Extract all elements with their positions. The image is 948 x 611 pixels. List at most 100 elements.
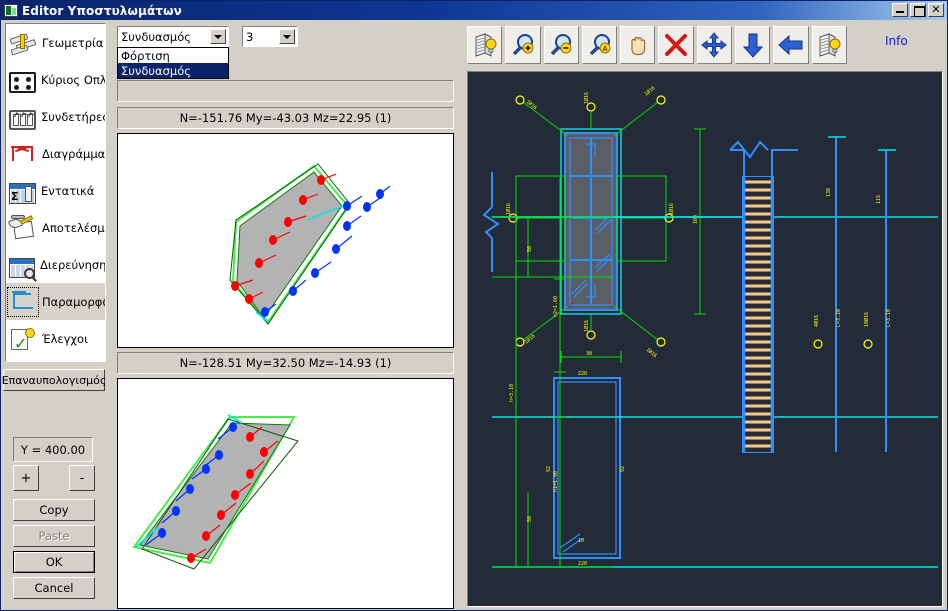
section-strain-diagram-bottom[interactable]: [117, 378, 454, 609]
results-icon: [7, 214, 37, 241]
offset-label: 50: [527, 246, 533, 252]
ok-button[interactable]: OK: [13, 551, 95, 573]
arrow-left-icon[interactable]: [773, 26, 809, 64]
maximize-button[interactable]: [910, 3, 926, 17]
copy-button[interactable]: Copy: [13, 499, 95, 521]
sidebar-item-label: Αποτελέσματα: [42, 220, 105, 235]
sidebar-item-deformations[interactable]: Παραμορφώσεις: [6, 283, 105, 320]
pan-hand-icon[interactable]: [620, 26, 656, 64]
sidebar-item-main-rebar[interactable]: Κύριος Οπλισμός: [6, 61, 105, 98]
title-bar: Editor Υποστυλωμάτων ✕: [1, 1, 947, 20]
top-dim-label: 130: [826, 188, 832, 197]
layers-lightbulb-2-icon[interactable]: [811, 26, 847, 64]
delete-x-icon[interactable]: [658, 26, 694, 64]
bar-length-label-2: L=3.10: [886, 309, 892, 327]
window-title: Editor Υποστυλωμάτων: [22, 3, 182, 18]
toolbar-strip-panel: [117, 80, 454, 102]
decrement-button[interactable]: -: [69, 465, 95, 491]
load-type-combobox[interactable]: Συνδυασμός: [117, 26, 229, 47]
forces-label-top: N=-151.76 My=-43.03 Mz=22.95 (1): [117, 107, 454, 129]
stirrup-left-dim: 92: [546, 466, 552, 472]
combination-number-combobox[interactable]: 3: [242, 26, 298, 47]
offset-label: 50: [527, 516, 533, 522]
layers-lightbulb-icon[interactable]: [467, 26, 503, 64]
section-diagram-svg-bottom: [132, 414, 299, 570]
dropdown-option-fortisi[interactable]: Φόρτιση: [118, 48, 228, 63]
rebar-label: 1Ø16: [525, 98, 539, 111]
zoom-out-icon[interactable]: [543, 26, 579, 64]
sidebar-item-label: Παραμορφώσεις: [42, 294, 105, 309]
sidebar-item-diagrams[interactable]: Διαγράμματα: [6, 135, 105, 172]
column-cross-section: 1Ø16 1Ø16 1Ø16 1Ø16 1Ø16 1Ø16 1Ø16 1Ø16: [505, 84, 706, 363]
rebar-label: 1Ø16: [505, 203, 512, 215]
column-elevation: h=3.10 h2=1.60 h1=1.90 50 50 4Ø16 L=3.20…: [482, 136, 938, 568]
bar-count-label: 4Ø16: [813, 315, 820, 327]
dropdown-option-syndyasmos[interactable]: Συνδυασμός: [118, 63, 228, 78]
height-label-2: h2=1.60: [553, 296, 559, 317]
investigation-icon: [9, 257, 35, 279]
height-label: h=3.10: [509, 384, 515, 402]
geometry-icon: [9, 30, 37, 56]
section-strain-diagram-top[interactable]: [117, 133, 454, 348]
close-button[interactable]: ✕: [928, 3, 944, 17]
rebar-label: 1Ø16: [583, 92, 590, 104]
paste-button: Paste: [13, 525, 95, 547]
sidebar-item-label: Κύριος Οπλισμός: [41, 72, 105, 87]
diagrams-icon: [9, 141, 37, 167]
forces-label-bottom: N=-128.51 My=32.50 Mz=-14.93 (1): [117, 352, 454, 374]
rebar-label: 1Ø16: [583, 320, 590, 332]
stirrup-hook-dim: 10: [578, 538, 584, 544]
stirrup-top-dim: 220: [578, 371, 587, 377]
recalculate-button[interactable]: Επαναυπολογισμός: [2, 369, 106, 391]
chevron-down-icon[interactable]: [210, 29, 226, 44]
rebar-label: 1Ø16: [645, 346, 659, 359]
height-label-1: h1=1.90: [553, 471, 559, 492]
arrow-down-icon[interactable]: [735, 26, 771, 64]
y-value-display: Y = 400.00: [13, 437, 93, 462]
sidebar-item-investigation[interactable]: Διερεύνηση: [6, 246, 105, 283]
window-controls: ✕: [892, 3, 944, 17]
rebar-label: 1Ø16: [643, 84, 657, 97]
zoom-all-icon[interactable]: A: [581, 26, 618, 64]
increment-button[interactable]: +: [13, 465, 39, 491]
top-dim-label-2: 115: [876, 195, 882, 204]
load-type-dropdown-list[interactable]: Φόρτιση Συνδυασμός: [117, 47, 229, 79]
forces-icon: Σ: [9, 183, 36, 204]
sidebar-item-label: Διερεύνηση: [40, 257, 105, 272]
sidebar-item-label: Εντατικά: [41, 183, 95, 198]
section-diagram-svg-top: [229, 163, 391, 325]
main-rebar-icon: [9, 72, 36, 93]
bar-count-label-2: 10Ø16: [863, 312, 870, 327]
rebar-label: 1Ø16: [668, 203, 675, 215]
middle-panel: Συνδυασμός 3 Φόρτιση Συνδυασμός N=-151.7…: [114, 23, 460, 609]
sidebar-item-stirrups[interactable]: Συνδετήρες: [6, 98, 105, 135]
stirrup-bottom-dim: 220: [578, 561, 587, 567]
sidebar-item-label: Έλεγχοι: [42, 331, 88, 346]
sidebar-item-label: Γεωμετρία: [42, 35, 104, 50]
main-window: Editor Υποστυλωμάτων ✕ Γεωμετρία Κύριος …: [0, 0, 948, 611]
sidebar-item-results[interactable]: Αποτελέσματα: [6, 209, 105, 246]
sidebar-item-geometry[interactable]: Γεωμετρία: [6, 24, 105, 61]
stirrup-detail: 220 92 92 10 220: [546, 371, 626, 567]
deformations-icon: [7, 286, 39, 317]
sidebar-item-checks[interactable]: ✓ Έλεγχοι: [6, 320, 105, 357]
zoom-in-icon[interactable]: [505, 26, 541, 64]
cad-drawing-view[interactable]: .g { stroke:#00e000; fill:none; stroke-w…: [467, 71, 943, 607]
sidebar-item-label: Διαγράμματα: [42, 146, 105, 161]
minimize-button[interactable]: [892, 3, 908, 17]
combination-number-value: 3: [246, 29, 254, 44]
sidebar-item-label: Συνδετήρες: [41, 109, 105, 124]
sidebar-item-forces[interactable]: Σ Εντατικά: [6, 172, 105, 209]
stirrup-hatch: [742, 177, 774, 452]
cad-toolbar: A: [467, 26, 847, 65]
app-icon: [4, 4, 18, 17]
dim-width: 30: [586, 351, 592, 357]
info-label[interactable]: Info: [885, 34, 908, 48]
move-arrows-icon[interactable]: [696, 26, 733, 64]
load-type-value: Συνδυασμός: [121, 29, 192, 44]
cancel-button[interactable]: Cancel: [13, 577, 95, 599]
stirrups-icon: [9, 109, 36, 130]
checks-icon: ✓: [9, 326, 37, 352]
chevron-down-icon[interactable]: [279, 29, 295, 44]
cad-svg: .g { stroke:#00e000; fill:none; stroke-w…: [482, 84, 938, 568]
